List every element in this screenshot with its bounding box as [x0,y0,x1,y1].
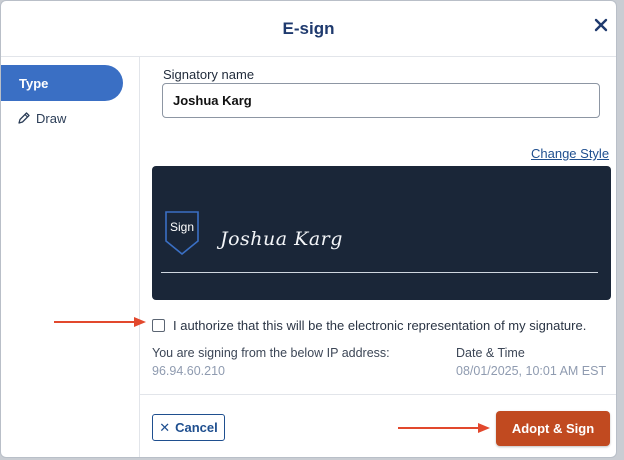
sidebar-item-type[interactable]: Type [1,65,123,101]
signature-mode-sidebar: Type Draw [1,57,140,457]
close-button[interactable] [589,13,613,37]
signatory-name-input[interactable] [162,83,600,118]
sidebar-item-label: Type [19,75,49,91]
authorize-text: I authorize that this will be the electr… [173,317,587,333]
ip-address-label: You are signing from the below IP addres… [152,346,390,360]
annotation-arrow-checkbox [54,317,146,327]
footer-divider [140,394,616,395]
adopt-and-sign-button[interactable]: Adopt & Sign [496,411,610,446]
signature-preview: Sign Joshua Karg [152,166,611,300]
dialog-title: E-sign [282,19,335,38]
annotation-arrow-adopt [398,423,490,433]
cancel-button-label: Cancel [175,420,218,435]
esign-dialog: E-sign Type Draw Signatory name Change S… [0,0,617,458]
close-icon [594,18,608,32]
sidebar-item-draw[interactable]: Draw [1,100,123,136]
datetime-value: 08/01/2025, 10:01 AM EST [456,364,607,378]
signature-baseline [161,272,598,273]
change-style-link[interactable]: Change Style [531,146,609,161]
signature-text: Joshua Karg [220,228,343,250]
authorize-row: I authorize that this will be the electr… [152,316,586,334]
dialog-header: E-sign [1,1,616,57]
cancel-button[interactable]: ✕ Cancel [152,414,225,441]
adopt-button-label: Adopt & Sign [511,421,595,436]
sign-badge: Sign [165,211,199,256]
authorize-checkbox[interactable] [152,318,165,332]
signatory-name-label: Signatory name [163,67,255,82]
ip-address-value: 96.94.60.210 [152,364,225,378]
sign-badge-label: Sign [169,220,195,234]
pen-icon [18,112,30,124]
cancel-x-icon: ✕ [159,419,171,435]
datetime-label: Date & Time [456,346,525,360]
sidebar-item-label: Draw [36,110,67,126]
